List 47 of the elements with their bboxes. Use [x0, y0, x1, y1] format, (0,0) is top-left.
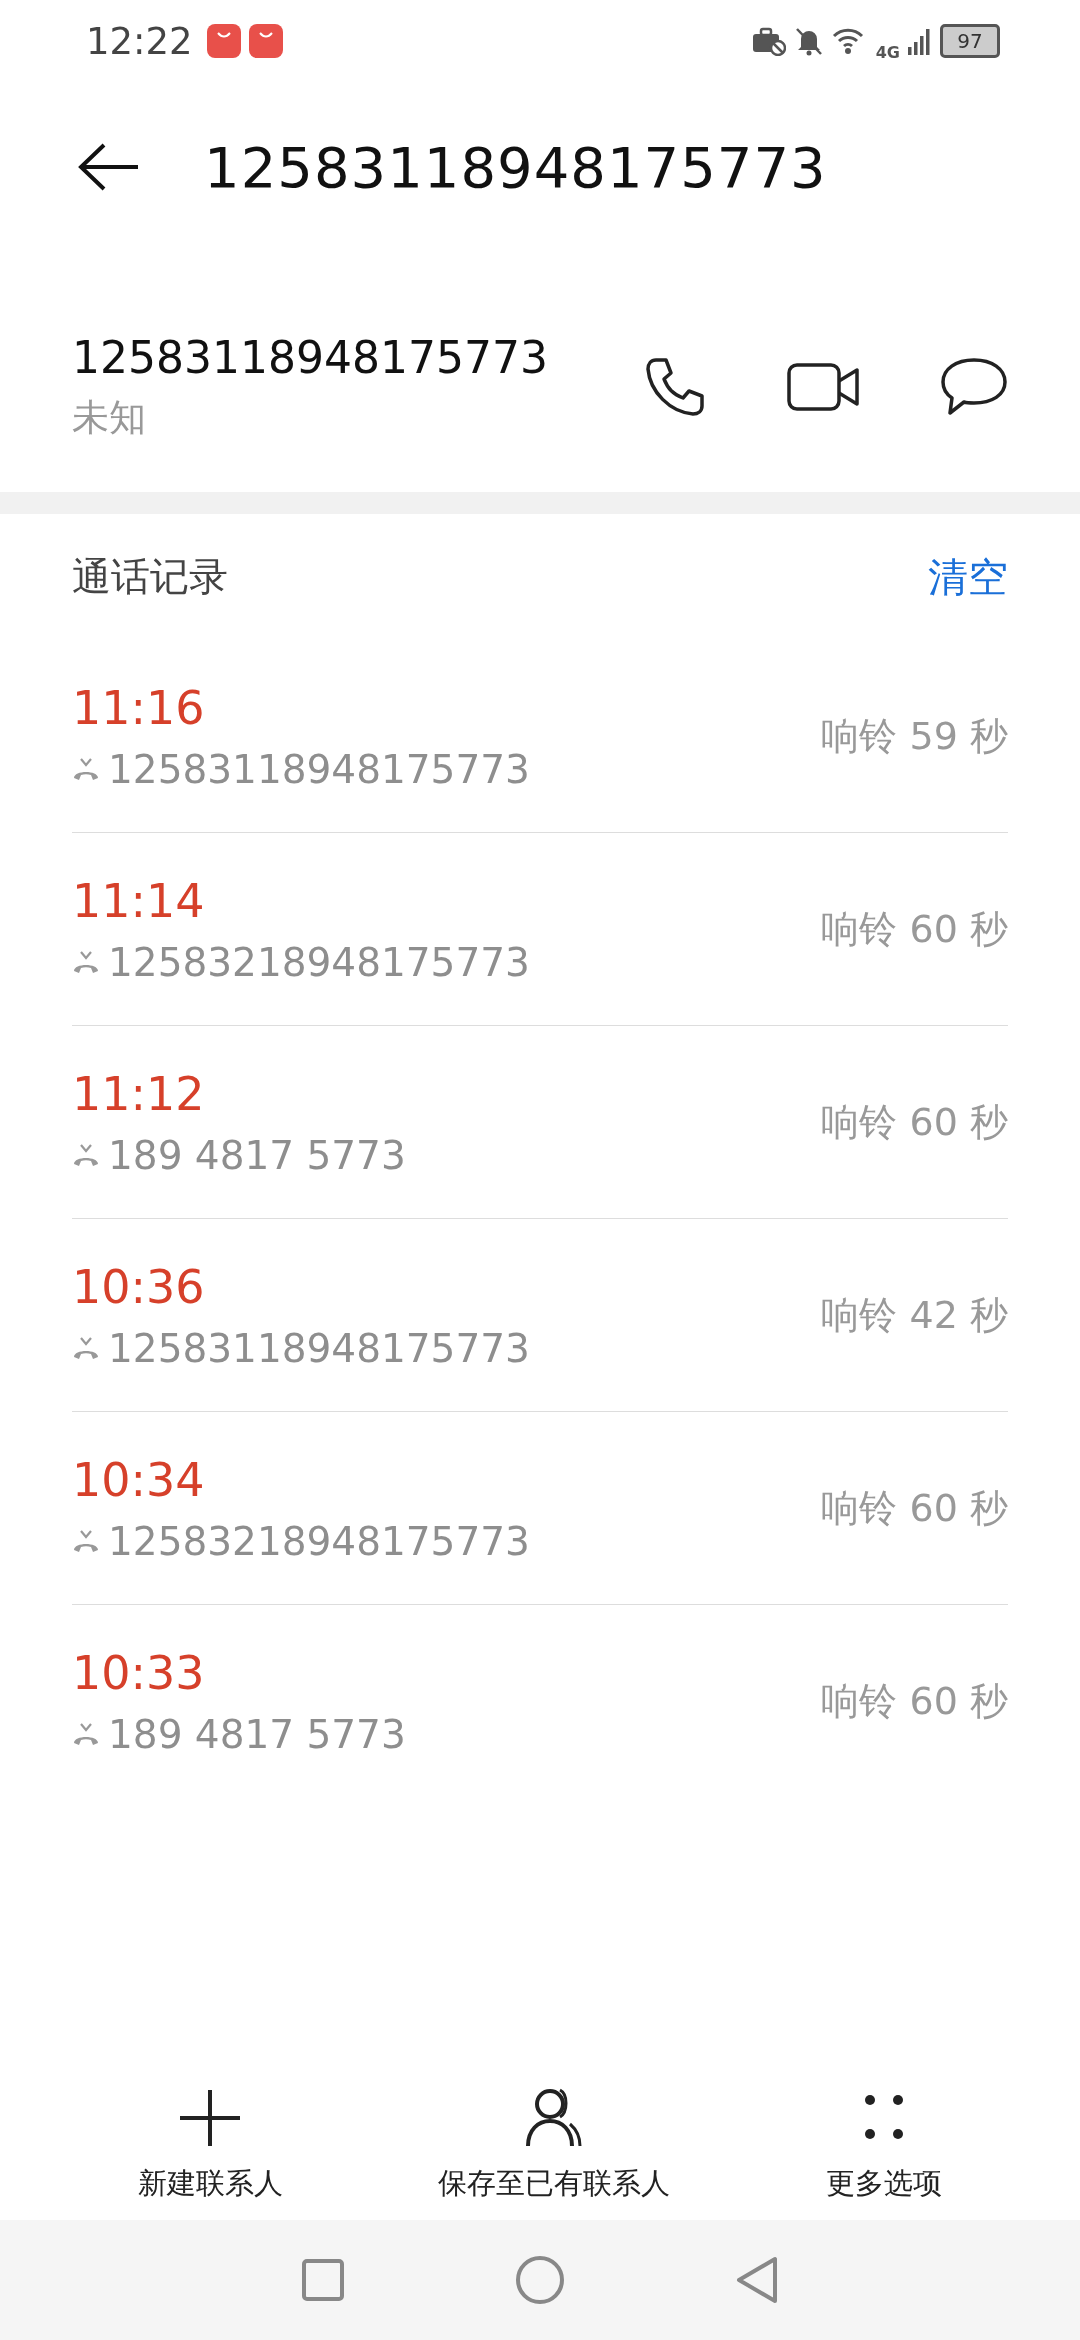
action-button[interactable]: 保存至已有联系人 [438, 2086, 671, 2204]
missed-call-icon [72, 1335, 100, 1361]
action-button[interactable]: 更多选项 [826, 2086, 943, 2204]
action-button[interactable]: 新建联系人 [137, 2086, 283, 2204]
bell-muted-icon [793, 26, 824, 56]
recents-icon[interactable] [301, 2258, 345, 2302]
ring-duration: 响铃 59 秒 [821, 712, 1008, 760]
ring-duration: 响铃 60 秒 [821, 1484, 1008, 1532]
call-time: 11:14 [72, 873, 206, 928]
clear-button[interactable]: 清空 [928, 549, 1008, 605]
call-time: 10:36 [72, 1259, 206, 1314]
ring-duration: 响铃 60 秒 [821, 905, 1008, 953]
message-icon[interactable] [940, 357, 1008, 417]
battery-icon: 97 [940, 24, 1000, 58]
missed-call-icon [72, 949, 100, 975]
clock: 12:22 [86, 19, 193, 63]
back-nav-icon[interactable] [735, 2255, 779, 2305]
missed-call-icon [72, 1142, 100, 1168]
app-icon [248, 24, 283, 58]
signal-icon [908, 27, 932, 55]
video-call-icon[interactable] [786, 362, 860, 412]
ring-duration: 响铃 42 秒 [821, 1291, 1008, 1339]
call-number: 12583118948175773 [108, 1325, 530, 1371]
call-time: 11:12 [72, 1066, 206, 1121]
call-number: 12583218948175773 [108, 939, 530, 985]
call-time: 11:16 [72, 680, 206, 735]
missed-call-icon [72, 1528, 100, 1554]
ring-duration: 响铃 60 秒 [821, 1098, 1008, 1146]
call-time: 10:33 [72, 1645, 206, 1700]
ring-duration: 响铃 60 秒 [821, 1677, 1008, 1725]
call-number: 189 4817 5773 [108, 1711, 406, 1757]
call-number: 12583118948175773 [108, 746, 530, 792]
page-title: 12583118948175773 [204, 134, 827, 200]
call-time: 10:34 [72, 1452, 206, 1507]
call-number: 189 4817 5773 [108, 1132, 406, 1178]
phone-icon[interactable] [644, 356, 706, 418]
app-icon [206, 24, 241, 58]
briefcase-icon [751, 26, 786, 56]
missed-call-icon [72, 1721, 100, 1747]
contact-label: 未知 [72, 394, 147, 441]
section-title: 通话记录 [72, 553, 228, 601]
contact-number: 12583118948175773 [72, 331, 548, 383]
missed-call-icon [72, 756, 100, 782]
network-label: 4G [875, 42, 900, 62]
home-icon[interactable] [515, 2255, 565, 2305]
call-number: 12583218948175773 [108, 1518, 530, 1564]
back-icon[interactable] [78, 142, 140, 192]
